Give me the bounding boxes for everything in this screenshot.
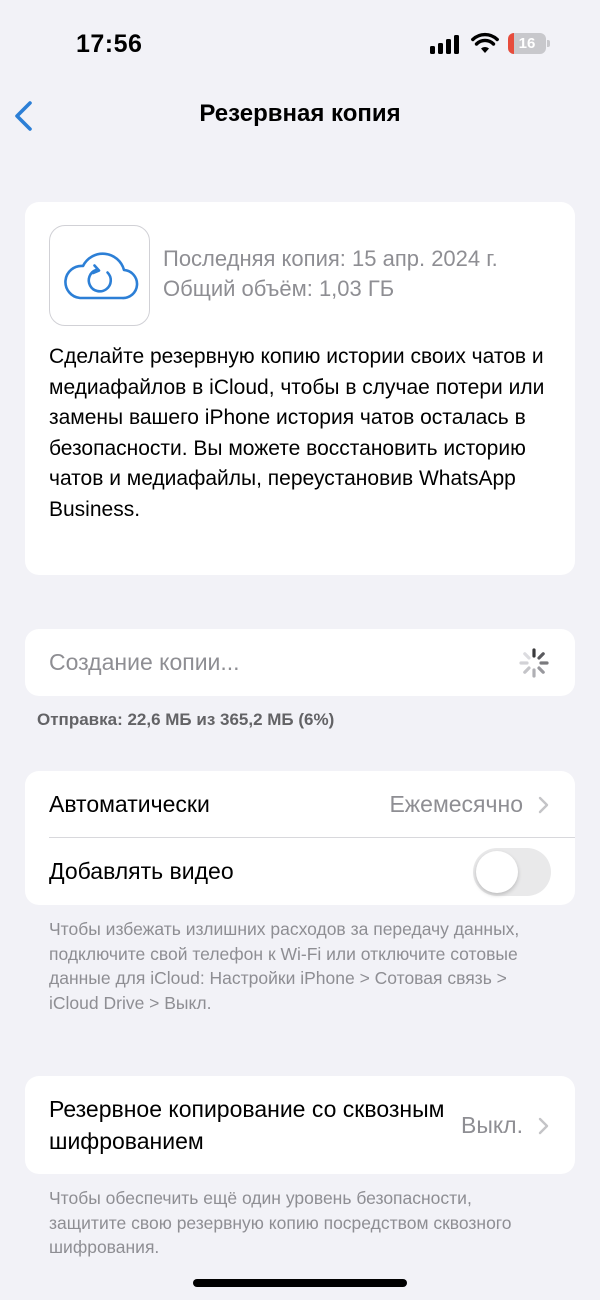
auto-backup-label: Автоматически [49, 791, 210, 817]
chevron-right-icon [538, 796, 549, 814]
status-time: 17:56 [76, 30, 143, 58]
backup-progress-label: Создание копии... [49, 649, 240, 675]
chevron-right-icon [538, 1117, 549, 1135]
include-video-toggle[interactable] [473, 848, 551, 896]
home-indicator[interactable] [193, 1279, 407, 1287]
battery-icon: 16 [508, 33, 550, 54]
auto-backup-row[interactable]: Автоматически Ежемесячно [25, 771, 575, 838]
status-bar: 17:56 16 [0, 0, 600, 90]
e2e-backup-row[interactable]: Резервное копирование со сквозным шифров… [25, 1076, 575, 1174]
spinner-icon [519, 648, 549, 678]
icloud-backup-icon [49, 225, 150, 326]
toggle-knob [476, 851, 518, 893]
cellular-note: Чтобы избежать излишних расходов за пере… [49, 919, 520, 1013]
e2e-backup-label: Резервное копирование со сквозным шифров… [49, 1096, 445, 1154]
backup-settings-card: Автоматически Ежемесячно Добавлять видео [25, 771, 575, 905]
upload-status: Отправка: 22,6 МБ из 365,2 МБ (6%) [37, 710, 335, 729]
backup-description: Сделайте резервную копию истории своих ч… [49, 345, 545, 521]
page-title: Резервная копия [199, 100, 401, 127]
auto-backup-value: Ежемесячно [389, 791, 523, 817]
backup-info-card: Последняя копия: 15 апр. 2024 г. Общий о… [25, 202, 575, 575]
include-video-label: Добавлять видео [49, 858, 234, 884]
signal-icon [430, 34, 459, 54]
backup-progress-card: Создание копии... [25, 629, 575, 696]
last-backup-date: Последняя копия: 15 апр. 2024 г. [163, 246, 498, 271]
backup-meta: Последняя копия: 15 апр. 2024 г. Общий о… [163, 244, 498, 304]
backup-total-size: Общий объём: 1,03 ГБ [163, 276, 395, 301]
e2e-note: Чтобы обеспечить ещё один уровень безопа… [49, 1188, 512, 1257]
e2e-backup-value: Выкл. [460, 1112, 523, 1138]
battery-level: 16 [518, 35, 536, 52]
wifi-icon [471, 32, 499, 53]
